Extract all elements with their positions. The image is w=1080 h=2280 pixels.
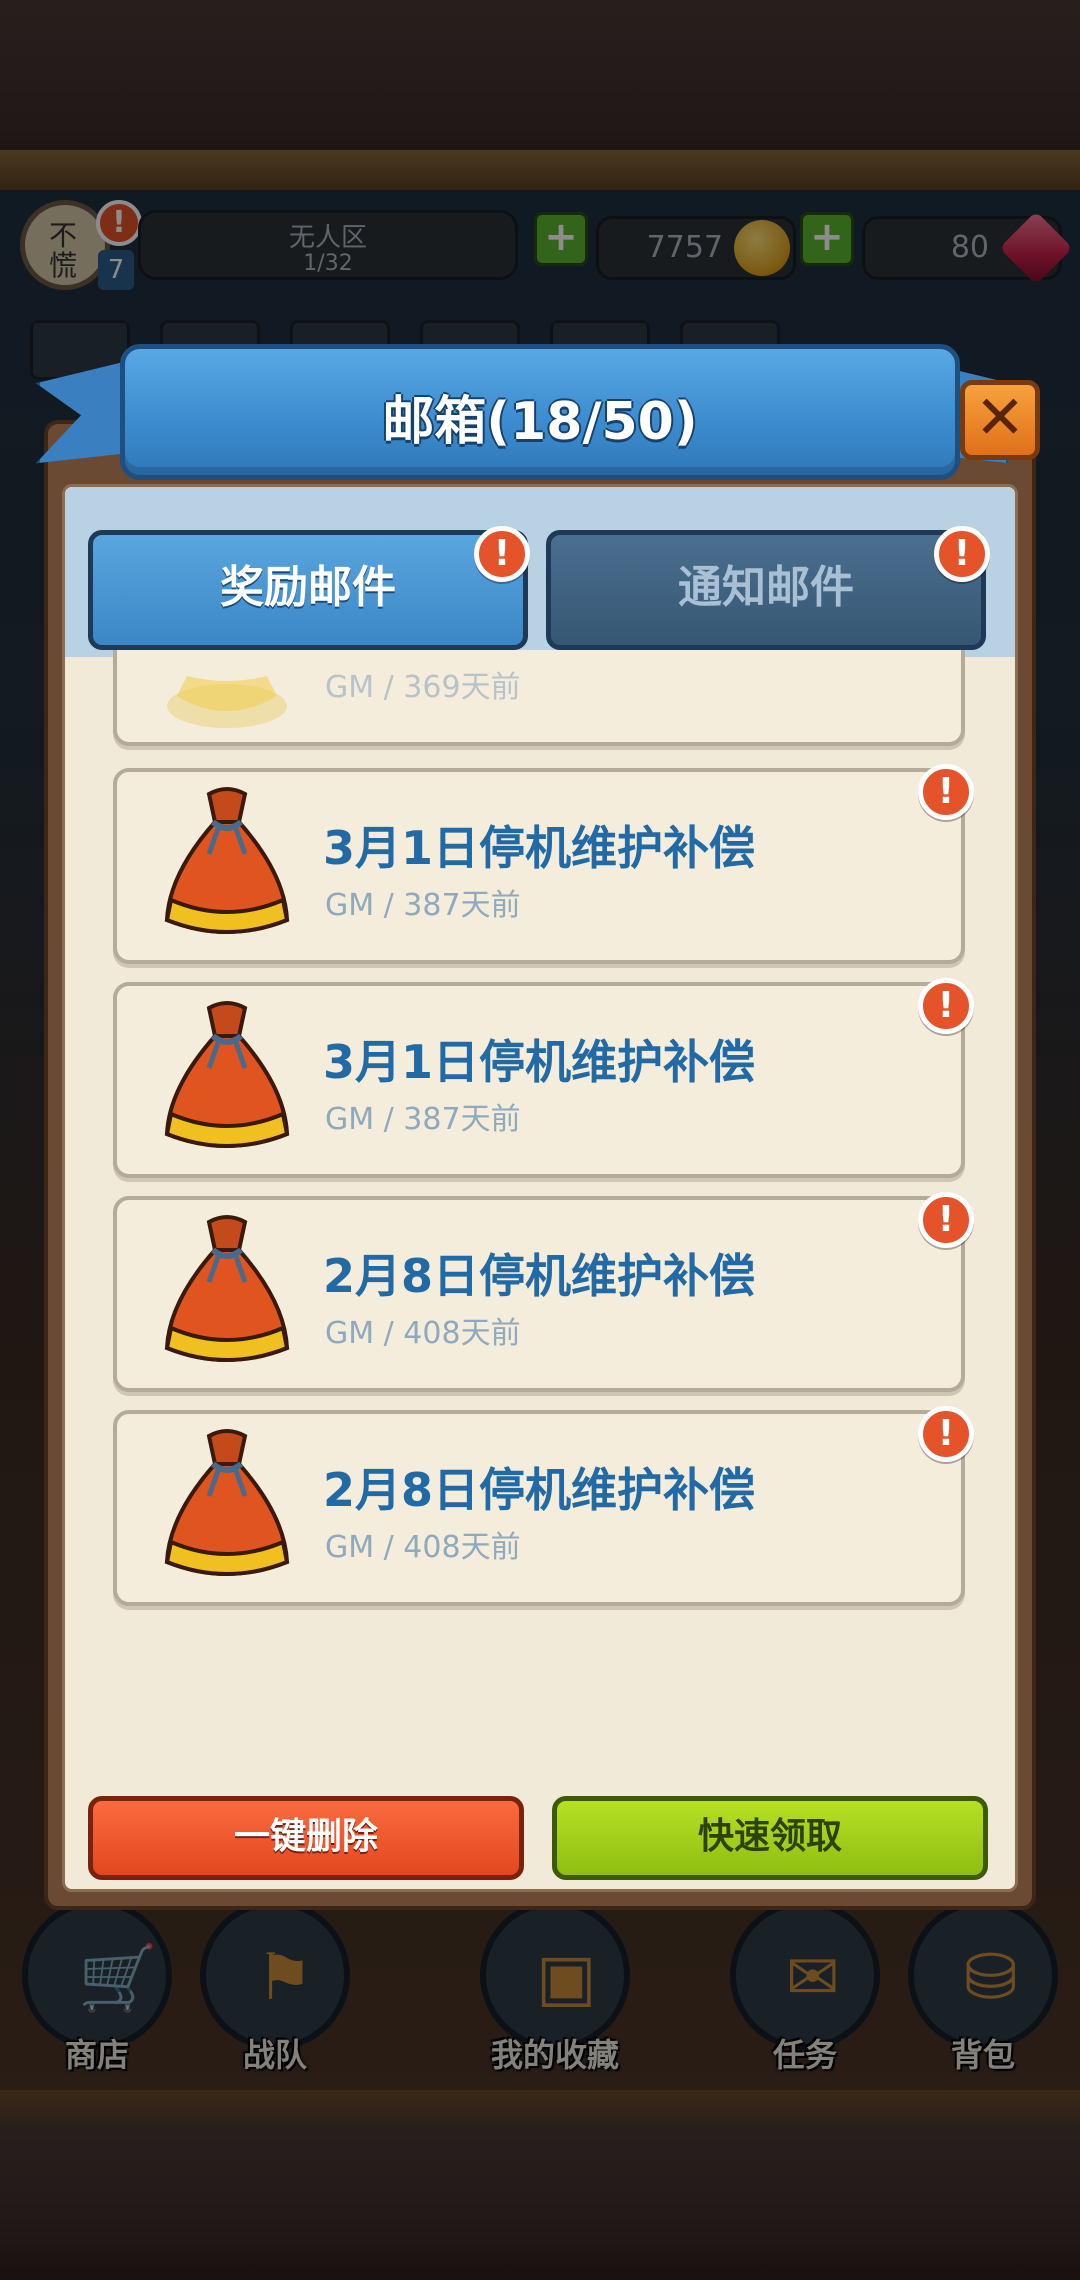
mailbox-title: 邮箱(18/50) [382, 392, 698, 452]
close-button[interactable]: ✕ [960, 380, 1040, 460]
mail-unread-alert-icon: ! [918, 1406, 974, 1462]
tab-reward-mail[interactable]: 奖励邮件 [88, 530, 528, 650]
mail-title: 3月1日停机维护补偿 [323, 821, 756, 875]
tab-notice-mail[interactable]: 通知邮件 [546, 530, 986, 650]
mail-list[interactable]: GM / 369天前 3月1日停机维护补偿 GM / 387天前 3月1日停机维… [110, 650, 970, 1740]
mail-title: 3月1日停机维护补偿 [323, 1035, 756, 1089]
mail-item[interactable]: 2月8日停机维护补偿 GM / 408天前 [113, 1196, 965, 1392]
close-icon: ✕ [974, 383, 1026, 453]
mail-meta: GM / 387天前 [325, 1102, 521, 1137]
reward-bag-icon [167, 676, 287, 728]
delete-all-button[interactable]: 一键删除 [88, 1796, 524, 1880]
mail-meta: GM / 408天前 [325, 1316, 521, 1351]
mail-item[interactable]: 3月1日停机维护补偿 GM / 387天前 [113, 982, 965, 1178]
mail-item[interactable]: GM / 369天前 [113, 650, 965, 746]
mailbox-title-banner: 邮箱(18/50) [120, 344, 960, 480]
mail-unread-alert-icon: ! [918, 764, 974, 820]
mail-title: 2月8日停机维护补偿 [323, 1463, 756, 1517]
mail-item[interactable]: 3月1日停机维护补偿 GM / 387天前 [113, 768, 965, 964]
reward-bag-icon [164, 1429, 290, 1576]
reward-bag-icon [164, 1001, 290, 1148]
tab-reward-alert-icon: ! [474, 526, 530, 582]
mail-meta: GM / 408天前 [325, 1530, 521, 1565]
mail-unread-alert-icon: ! [918, 1192, 974, 1248]
mail-title: 2月8日停机维护补偿 [323, 1249, 756, 1303]
mail-meta: GM / 387天前 [325, 888, 521, 923]
mail-unread-alert-icon: ! [918, 978, 974, 1034]
mail-item[interactable]: 2月8日停机维护补偿 GM / 408天前 [113, 1410, 965, 1606]
reward-bag-icon [164, 1215, 290, 1362]
reward-bag-icon [164, 787, 290, 934]
quick-claim-button[interactable]: 快速领取 [552, 1796, 988, 1880]
mail-meta: GM / 369天前 [325, 670, 521, 705]
tab-notice-alert-icon: ! [934, 526, 990, 582]
